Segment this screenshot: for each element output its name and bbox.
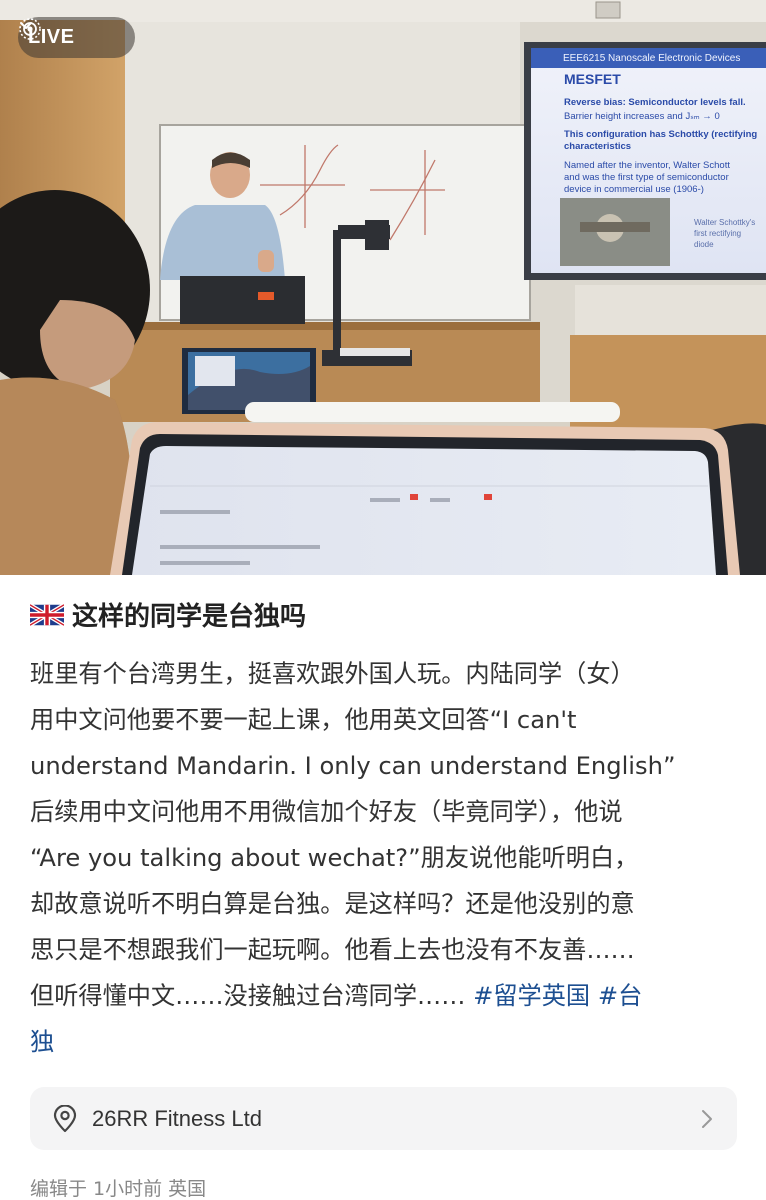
post-body-line: “Are you talking about wechat?”朋友说他能听明白， [30, 844, 639, 872]
slide-course-title: EEE6215 Nanoscale Electronic Devices [563, 53, 741, 64]
post-photo[interactable]: EEE6215 Nanoscale Electronic Devices MES… [0, 0, 766, 575]
location-pin-icon [53, 1104, 77, 1132]
live-photo-badge[interactable]: LIVE [18, 17, 135, 58]
location-tag[interactable]: 26RR Fitness Ltd [30, 1087, 737, 1150]
uk-flag-icon [30, 603, 64, 626]
post-body-text: 但听得懂中文……没接触过台湾同学…… [30, 982, 474, 1010]
hashtag-taidu[interactable]: #台 [598, 982, 642, 1010]
hashtag-study-uk[interactable]: #留学英国 [473, 982, 590, 1010]
post-edit-meta: 编辑于 1小时前 英国 [30, 1178, 207, 1200]
post-body-line: 班里有个台湾男生，挺喜欢跟外国人玩。内陆同学（女） [30, 660, 635, 688]
post-body-line: 但听得懂中文……没接触过台湾同学…… #留学英国 #台 [30, 973, 742, 1019]
slide-line: Named after the inventor, Walter Schott [564, 160, 730, 171]
chevron-down-icon [20, 22, 32, 29]
slide-line: Reverse bias: Semiconductor levels fall. [564, 97, 746, 108]
post-body-line: 用中文问他要不要一起上课，他用英文回答“I can't [30, 706, 577, 734]
slide-line: This configuration has Schottky (rectify… [564, 129, 758, 140]
post-title: 这样的同学是台独吗 [30, 596, 306, 633]
post-body-line: 却故意说听不明白算是台独。是这样吗？还是他没别的意 [30, 890, 635, 918]
location-label: 26RR Fitness Ltd [92, 1105, 262, 1131]
post-body-line: understand Mandarin. I only can understa… [30, 752, 676, 780]
slide-line: characteristics [564, 141, 632, 152]
post-body-line: 独 [30, 1019, 742, 1065]
lecture-photo-illustration [0, 0, 766, 575]
post-title-text: 这样的同学是台独吗 [72, 602, 307, 632]
chevron-right-icon [702, 1110, 712, 1128]
hashtag-taidu-continued[interactable]: 独 [30, 1028, 54, 1056]
post-body: 班里有个台湾男生，挺喜欢跟外国人玩。内陆同学（女） 用中文问他要不要一起上课，他… [30, 651, 742, 1065]
slide-caption: Walter Schottky's first rectifying diode [694, 218, 756, 249]
slide-line: Barrier height increases and Jₛₘ → 0 [564, 111, 720, 122]
slide-line: device in commercial use (1906-) [564, 184, 704, 195]
post-body-line: 思只是不想跟我们一起玩啊。他看上去也没有不友善…… [30, 936, 635, 964]
slide-heading: MESFET [564, 71, 621, 87]
post-body-line: 后续用中文问他用不用微信加个好友（毕竟同学），他说 [30, 798, 623, 826]
slide-line: and was the first type of semiconductor [564, 172, 729, 183]
